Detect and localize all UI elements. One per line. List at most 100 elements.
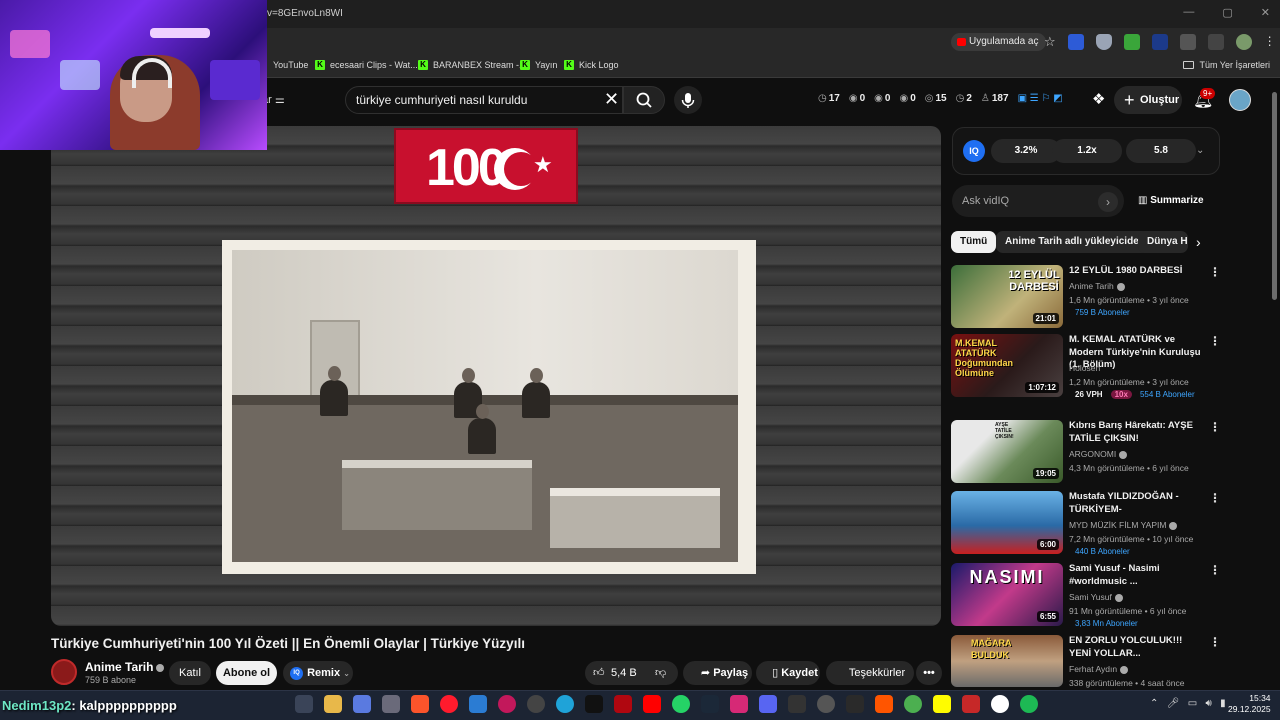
chevron-right-icon[interactable]: › [1098, 192, 1118, 212]
opera-icon[interactable] [440, 695, 458, 713]
vidiq-stat[interactable]: 1.2x [1052, 139, 1122, 163]
extension-icon[interactable] [1123, 34, 1140, 50]
chrome-icon[interactable] [904, 695, 922, 713]
video-thumbnail[interactable]: M.KEMAL ATATÜRK Doğumundan Ölümüne 1:07:… [951, 334, 1063, 397]
whatsapp-icon[interactable] [672, 695, 690, 713]
vidiq-toolbar-icons[interactable]: ▣ ☰ ⚐ ◩ [1018, 93, 1063, 104]
soundcloud-icon[interactable] [875, 695, 893, 713]
app-icon[interactable] [788, 695, 806, 713]
open-in-app-button[interactable]: Uygulamada aç [951, 33, 1047, 51]
discord-icon[interactable] [759, 695, 777, 713]
steam-icon[interactable] [701, 695, 719, 713]
search-button[interactable] [623, 86, 665, 114]
url-text[interactable]: v=8GEnvoLn8WI [267, 8, 343, 19]
app-icon[interactable] [962, 695, 980, 713]
more-options-icon[interactable]: ⋮ [1209, 334, 1221, 348]
vidiq-leaf-icon[interactable]: ❖ [1092, 90, 1105, 108]
video-player[interactable]: 100 ★ [51, 126, 941, 626]
recommendation-channel[interactable]: Sami Yusuf [1069, 592, 1123, 602]
system-tray[interactable]: ⌃ 🎤︎ ▭ 🔊︎ ▮ [1150, 698, 1226, 709]
media-icon[interactable] [1207, 34, 1224, 50]
recommendation-item[interactable]: NASIMI 6:55 Sami Yusuf - Nasimi #worldmu… [951, 563, 1221, 628]
recommendation-title[interactable]: Kıbrıs Barış Hârekatı: AYŞE TATİLE ÇIKSI… [1069, 420, 1205, 445]
summarize-button[interactable]: ▥ Summarize [1138, 195, 1204, 206]
video-thumbnail[interactable]: NASIMI 6:55 [951, 563, 1063, 626]
recommendation-channel[interactable]: Ferhat Aydın [1069, 664, 1129, 674]
scrollbar[interactable] [1272, 92, 1277, 300]
thumbs-down-icon[interactable]: 👎︎ [655, 661, 666, 685]
minimize-icon[interactable]: — [1183, 6, 1194, 19]
recommendation-title[interactable]: EN ZORLU YOLCULUK!!! YENİ YOLLAR... [1069, 635, 1205, 660]
bookmark-kick-logo[interactable]: K Kick Logo [564, 60, 619, 70]
bookmark-youtube[interactable]: YouTube [273, 60, 308, 70]
recommendation-title[interactable]: Sami Yusuf - Nasimi #worldmusic ... [1069, 563, 1205, 588]
taskview-icon[interactable] [295, 695, 313, 713]
recommendation-title[interactable]: Mustafa YILDIZDOĞAN - TÜRKİYEM- [1069, 491, 1205, 516]
video-thumbnail[interactable]: 12 EYLÜL DARBESİ 21:01 [951, 265, 1063, 328]
vidiq-stat[interactable]: 5.8 [1126, 139, 1196, 163]
youtube-icon[interactable] [643, 695, 661, 713]
store-icon[interactable] [469, 695, 487, 713]
channel-avatar[interactable] [51, 659, 77, 685]
puzzle-icon[interactable] [1179, 34, 1196, 50]
all-bookmarks[interactable]: Tüm Yer İşaretleri [1183, 60, 1270, 70]
tiktok-icon[interactable] [585, 695, 603, 713]
more-options-icon[interactable]: ⋮ [1209, 420, 1221, 434]
save-button[interactable]: ▯ Kaydet [756, 661, 820, 685]
remix-button[interactable]: IQ Remix ⌄ [283, 661, 353, 685]
more-actions-button[interactable]: ••• [916, 661, 942, 685]
more-options-icon[interactable]: ⋮ [1209, 491, 1221, 505]
netflix-icon[interactable] [614, 695, 632, 713]
system-clock[interactable]: 15:34 29.12.2025 [1228, 693, 1271, 715]
epic-icon[interactable] [846, 695, 864, 713]
recommendation-channel[interactable]: ARGONOMI [1069, 449, 1128, 459]
recommendation-title[interactable]: 12 EYLÜL 1980 DARBESİ [1069, 265, 1205, 278]
brave-icon[interactable] [411, 695, 429, 713]
video-thumbnail[interactable]: MAĞARA BULDUK [951, 635, 1063, 687]
vidiq-stat[interactable]: 3.2% [991, 139, 1061, 163]
instagram-icon[interactable] [730, 695, 748, 713]
search-query[interactable]: türkiye cumhuriyeti nasıl kuruldu [356, 93, 527, 107]
video-thumbnail[interactable]: 6:00 [951, 491, 1063, 554]
shield-icon[interactable] [1095, 34, 1112, 50]
video-thumbnail[interactable]: AYŞE TATİLE ÇIKSIN! 19:05 [951, 420, 1063, 483]
more-options-icon[interactable]: ⋮ [1209, 265, 1221, 279]
more-options-icon[interactable]: ⋮ [1209, 635, 1221, 649]
yandex-icon[interactable] [991, 695, 1009, 713]
extension-icon[interactable] [1151, 34, 1168, 50]
subscribe-button[interactable]: Abone ol [216, 661, 277, 685]
profile-icon[interactable] [1235, 34, 1252, 50]
create-button[interactable]: Oluştur [1114, 86, 1182, 114]
thanks-button[interactable]: Teşekkürler [826, 661, 914, 685]
extension-icon[interactable] [1067, 34, 1084, 50]
media-icon[interactable] [498, 695, 516, 713]
chip-all[interactable]: Tümü [951, 231, 997, 253]
channel-name[interactable]: Anime Tarih [85, 660, 165, 674]
share-button[interactable]: ➦ Paylaş [683, 661, 752, 685]
settings-icon[interactable] [382, 695, 400, 713]
menu-icon[interactable]: ⋮ [1264, 34, 1276, 50]
bookmark-baranbex[interactable]: K BARANBEX Stream -... [418, 60, 527, 70]
recommendation-channel[interactable]: Holosen [1069, 363, 1100, 373]
folder-icon[interactable] [324, 695, 342, 713]
obs-icon[interactable] [527, 695, 545, 713]
chevron-right-icon[interactable]: › [1196, 234, 1201, 250]
app-icon[interactable] [353, 695, 371, 713]
more-options-icon[interactable]: ⋮ [1209, 563, 1221, 577]
vidiq-logo-icon[interactable]: IQ [963, 140, 985, 162]
recommendation-item[interactable]: 12 EYLÜL DARBESİ 21:01 12 EYLÜL 1980 DAR… [951, 265, 1221, 329]
chip-uploader[interactable]: Anime Tarih adlı yükleyiciden [996, 231, 1154, 253]
avatar[interactable] [1229, 89, 1251, 111]
like-button[interactable]: 👍︎ 5,4 B 👎︎ [585, 661, 678, 685]
voice-search-button[interactable] [674, 86, 702, 114]
bookmark-star-icon[interactable]: ☆ [1044, 34, 1056, 50]
gauge-icon[interactable] [817, 695, 835, 713]
maximize-icon[interactable]: ▢ [1222, 6, 1232, 19]
recommendation-item[interactable]: 6:00 Mustafa YILDIZDOĞAN - TÜRKİYEM- MYD… [951, 491, 1221, 556]
join-button[interactable]: Katıl [169, 661, 211, 685]
recommendation-item[interactable]: AYŞE TATİLE ÇIKSIN! 19:05 Kıbrıs Barış H… [951, 420, 1221, 484]
recommendation-channel[interactable]: MYD MÜZİK FİLM YAPIM [1069, 520, 1178, 530]
bookmark-ecesaari[interactable]: Kecesaari Clips - Wat... [315, 60, 418, 70]
recommendation-item[interactable]: M.KEMAL ATATÜRK Doğumundan Ölümüne 1:07:… [951, 334, 1221, 399]
close-window-icon[interactable]: ✕ [1261, 6, 1270, 19]
